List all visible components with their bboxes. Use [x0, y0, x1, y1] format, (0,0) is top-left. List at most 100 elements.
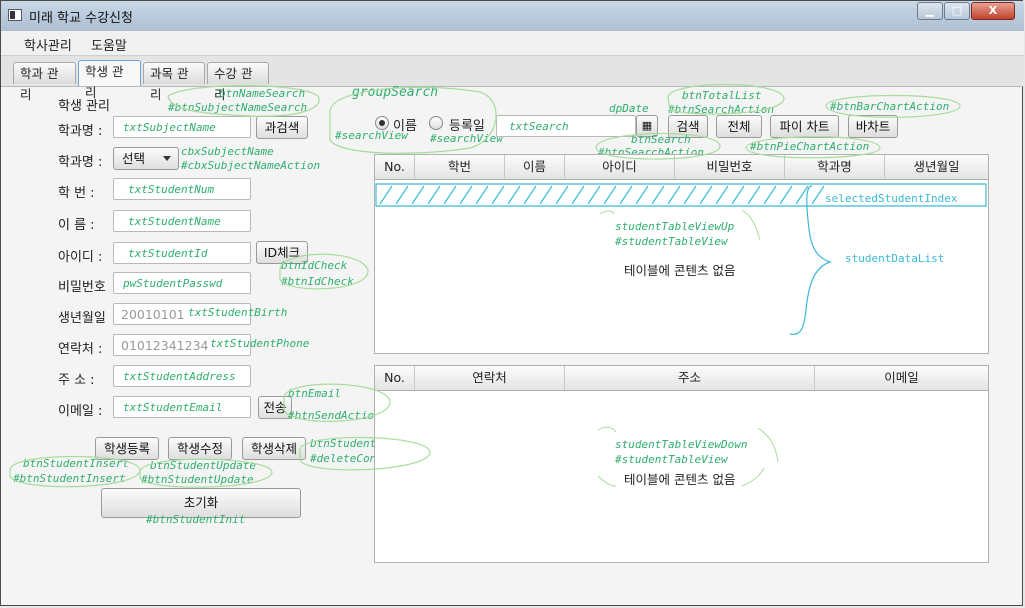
- anno-group-search: groupSearch: [352, 85, 439, 100]
- col-subject[interactable]: 학과명: [785, 155, 885, 179]
- address-input[interactable]: txtStudentAddress: [113, 365, 251, 387]
- anno-btn-student-insert-action: #btnStudentInsert: [13, 472, 126, 485]
- anno-btn-subject-name-search: #btnSubjectNameSearch: [168, 101, 308, 114]
- pie-chart-button[interactable]: 파이 차트: [770, 115, 839, 138]
- subject-name-input[interactable]: txtSubjectName: [113, 116, 251, 138]
- subject-name-id: txtSubjectName: [123, 121, 216, 134]
- birth-placeholder: 20010101: [121, 307, 185, 322]
- label-address: 주 소 :: [58, 373, 95, 388]
- anno-btn-student-update: btnStudentUpdate: [150, 459, 256, 472]
- anno-table-down-id: #studentTableView: [615, 453, 728, 466]
- anno-btn-search-action-1: #btnSearchAction: [668, 103, 774, 116]
- password-id: pwStudentPasswd: [123, 277, 223, 290]
- label-student-id: 아이디 :: [58, 250, 103, 265]
- label-birth: 생년월일: [58, 311, 106, 326]
- anno-btn-student-init: #btnStudentInit: [146, 513, 246, 526]
- menu-help[interactable]: 도움말: [91, 35, 127, 54]
- col-no[interactable]: No.: [375, 366, 415, 390]
- maximize-button[interactable]: □: [944, 2, 970, 20]
- student-id-input[interactable]: txtStudentId: [113, 242, 251, 264]
- anno-cbx-subject-name: cbxSubjectName: [181, 145, 274, 158]
- table-up-header: No. 학번 이름 아이디 비밀번호 학과명 생년월일: [375, 155, 988, 180]
- anno-btn-id-check: btnIdCheck: [281, 259, 348, 272]
- search-input[interactable]: txtSearch: [496, 115, 636, 137]
- anno-selected-index: selectedStudentIndex: [825, 192, 958, 205]
- col-address[interactable]: 주소: [565, 366, 815, 390]
- label-password: 비밀번호: [58, 280, 106, 295]
- col-name[interactable]: 이름: [505, 155, 565, 179]
- table-up-empty: 테이블에 콘텐츠 없음: [624, 263, 736, 278]
- chevron-down-icon: [163, 156, 171, 161]
- email-input[interactable]: txtStudentEmail: [113, 396, 251, 418]
- anno-btn-send-action: #btnSendAction: [288, 409, 381, 422]
- search-input-id: txtSearch: [509, 120, 569, 133]
- total-list-button[interactable]: 전체: [716, 115, 762, 138]
- col-id[interactable]: 아이디: [565, 155, 675, 179]
- subject-select[interactable]: 선택: [113, 147, 179, 170]
- email-id: txtStudentEmail: [123, 401, 223, 414]
- app-icon: [8, 9, 22, 21]
- anno-search-view-2: #searchView: [430, 132, 503, 145]
- anno-btn-total-list: btnTotalList: [682, 89, 762, 102]
- subject-select-value: 선택: [122, 151, 146, 166]
- anno-txt-student-phone: txtStudentPhone: [210, 337, 310, 350]
- anno-txt-student-birth: txtStudentBirth: [188, 306, 288, 319]
- label-phone: 연락처 :: [58, 342, 103, 357]
- radio-name[interactable]: [375, 116, 389, 130]
- anno-table-up-id: #studentTableView: [615, 235, 728, 248]
- anno-table-up-view: studentTableViewUp: [615, 220, 735, 233]
- col-birth[interactable]: 생년월일: [885, 155, 988, 179]
- anno-btn-search: btnSearch: [631, 133, 691, 146]
- student-num-id: txtStudentNum: [128, 183, 215, 196]
- anno-btn-bar-chart-action: #btnBarChartAction: [830, 100, 950, 113]
- radio-date[interactable]: [429, 116, 443, 130]
- send-email-button[interactable]: 전송: [258, 396, 292, 419]
- anno-btn-name-search: btnNameSearch: [219, 87, 306, 100]
- student-id-id: txtStudentId: [128, 247, 208, 260]
- anno-search-view-1: #searchView: [335, 129, 408, 142]
- label-email: 이메일 :: [58, 404, 103, 419]
- col-email[interactable]: 이메일: [815, 366, 988, 390]
- label-student-name: 이 름 :: [58, 218, 95, 233]
- table-down-header: No. 연락처 주소 이메일: [375, 366, 988, 391]
- anno-btn-student-update-action: #btnStudentUpdate: [141, 473, 254, 486]
- tab-enrollment[interactable]: 수강 관리: [207, 62, 269, 102]
- tab-bar: 학과 관리 학생 관리 과목 관리 수강 관리: [1, 56, 1024, 102]
- student-num-input[interactable]: txtStudentNum: [113, 178, 251, 200]
- address-id: txtStudentAddress: [123, 370, 236, 383]
- tab-course[interactable]: 과목 관리: [143, 62, 205, 102]
- label-subject-name: 학과명 :: [58, 124, 103, 139]
- minimize-button[interactable]: ▁: [917, 2, 943, 20]
- col-password[interactable]: 비밀번호: [675, 155, 785, 179]
- bar-chart-button[interactable]: 바차트: [848, 115, 898, 138]
- menu-academic[interactable]: 학사관리: [24, 35, 72, 54]
- label-subject-select: 학과명 :: [58, 155, 103, 170]
- label-student-num: 학 번 :: [58, 186, 95, 201]
- col-student-num[interactable]: 학번: [415, 155, 505, 179]
- student-delete-button[interactable]: 학생삭제: [242, 437, 306, 460]
- anno-btn-pie-chart-action: #btnPieChartAction: [750, 140, 870, 153]
- col-no[interactable]: No.: [375, 155, 415, 179]
- col-phone[interactable]: 연락처: [415, 366, 565, 390]
- student-name-input[interactable]: txtStudentName: [113, 210, 251, 232]
- student-name-id: txtStudentName: [128, 215, 221, 228]
- tab-student[interactable]: 학생 관리: [78, 60, 141, 100]
- section-title: 학생 관리: [58, 99, 110, 114]
- anno-btn-email: btnEmail: [288, 387, 341, 400]
- subject-search-button[interactable]: 과검색: [256, 116, 308, 139]
- phone-placeholder: 01012341234: [121, 338, 209, 353]
- anno-table-down-view: studentTableViewDown: [615, 438, 748, 451]
- anno-data-list: studentDataList: [845, 252, 945, 265]
- title-bar[interactable]: 미래 학교 수강신청 ▁ □ X: [1, 1, 1024, 32]
- menu-bar: 학사관리 도움말: [1, 31, 1024, 56]
- student-update-button[interactable]: 학생수정: [168, 437, 232, 460]
- anno-cbx-subject-name-action: #cbxSubjectNameAction: [181, 159, 321, 172]
- table-down-empty: 테이블에 콘텐츠 없음: [624, 472, 736, 487]
- password-input[interactable]: pwStudentPasswd: [113, 272, 251, 294]
- window-title: 미래 학교 수강신청: [29, 11, 133, 26]
- close-button[interactable]: X: [971, 2, 1015, 20]
- anno-btn-student-insert: btnStudentInsert: [23, 457, 129, 470]
- anno-btn-id-check-action: #btnIdCheck: [281, 275, 354, 288]
- anno-dp-date: dpDate: [609, 102, 649, 115]
- tab-department[interactable]: 학과 관리: [13, 62, 76, 102]
